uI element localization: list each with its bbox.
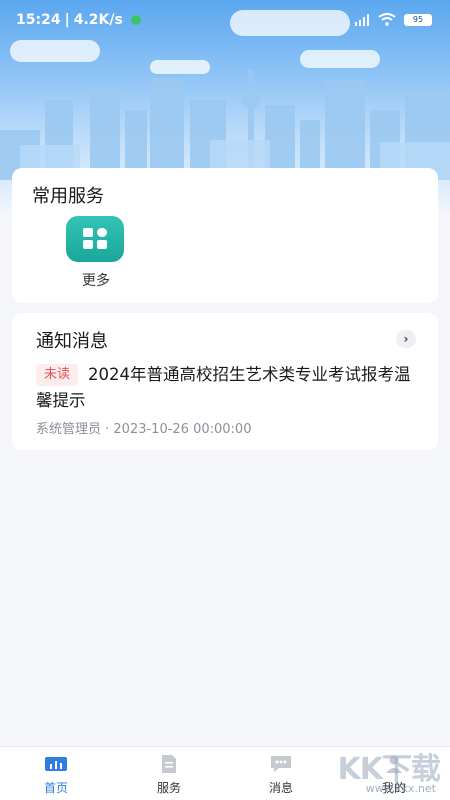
battery-icon: 95	[404, 13, 432, 26]
notices-card: 通知消息 › 未读 2024年普通高校招生艺术类专业考试报考温馨提示 系统管理员 …	[12, 313, 438, 450]
signal-icon	[355, 13, 369, 26]
tab-mine-label: 我的	[381, 781, 406, 795]
wifi-icon	[378, 13, 396, 26]
services-title: 常用服务	[32, 186, 104, 207]
message-icon	[251, 753, 311, 775]
notice-item[interactable]: 未读 2024年普通高校招生艺术类专业考试报考温馨提示	[36, 362, 416, 414]
bottom-tab-bar: 首页 服务 消息 我的	[0, 746, 450, 800]
city-skyline-illustration	[0, 70, 450, 180]
grid-more-icon	[66, 216, 124, 262]
tab-messages-label: 消息	[268, 781, 293, 795]
unread-badge: 未读	[36, 364, 79, 386]
user-icon	[364, 753, 424, 775]
notification-dot-icon	[130, 15, 141, 25]
chevron-right-icon[interactable]: ›	[396, 330, 416, 348]
tab-services[interactable]: 服务	[139, 753, 199, 796]
tab-home-label: 首页	[43, 781, 68, 795]
status-time: 15:24	[16, 12, 61, 28]
tab-messages[interactable]: 消息	[251, 753, 311, 796]
status-right: 95	[354, 13, 432, 26]
status-bar: 15:24 | 4.2K/s 95	[0, 0, 450, 42]
notices-title: 通知消息	[36, 331, 108, 352]
service-more-button[interactable]: 更多	[66, 216, 126, 290]
cloud-decoration	[10, 40, 100, 62]
common-services-card: 常用服务 更多	[12, 168, 438, 303]
notice-text: 2024年普通高校招生艺术类专业考试报考温馨提示	[36, 365, 411, 410]
notice-meta: 系统管理员 · 2023-10-26 00:00:00	[36, 422, 252, 437]
status-left: 15:24 | 4.2K/s	[16, 12, 141, 28]
status-network-speed: 4.2K/s	[73, 12, 123, 28]
tab-services-label: 服务	[156, 781, 181, 795]
tab-mine[interactable]: 我的	[364, 753, 424, 796]
service-more-label: 更多	[82, 273, 110, 289]
document-icon	[139, 753, 199, 775]
tab-home[interactable]: 首页	[26, 753, 86, 796]
status-separator: |	[64, 12, 70, 28]
home-icon	[26, 753, 86, 775]
cloud-decoration	[300, 50, 380, 68]
